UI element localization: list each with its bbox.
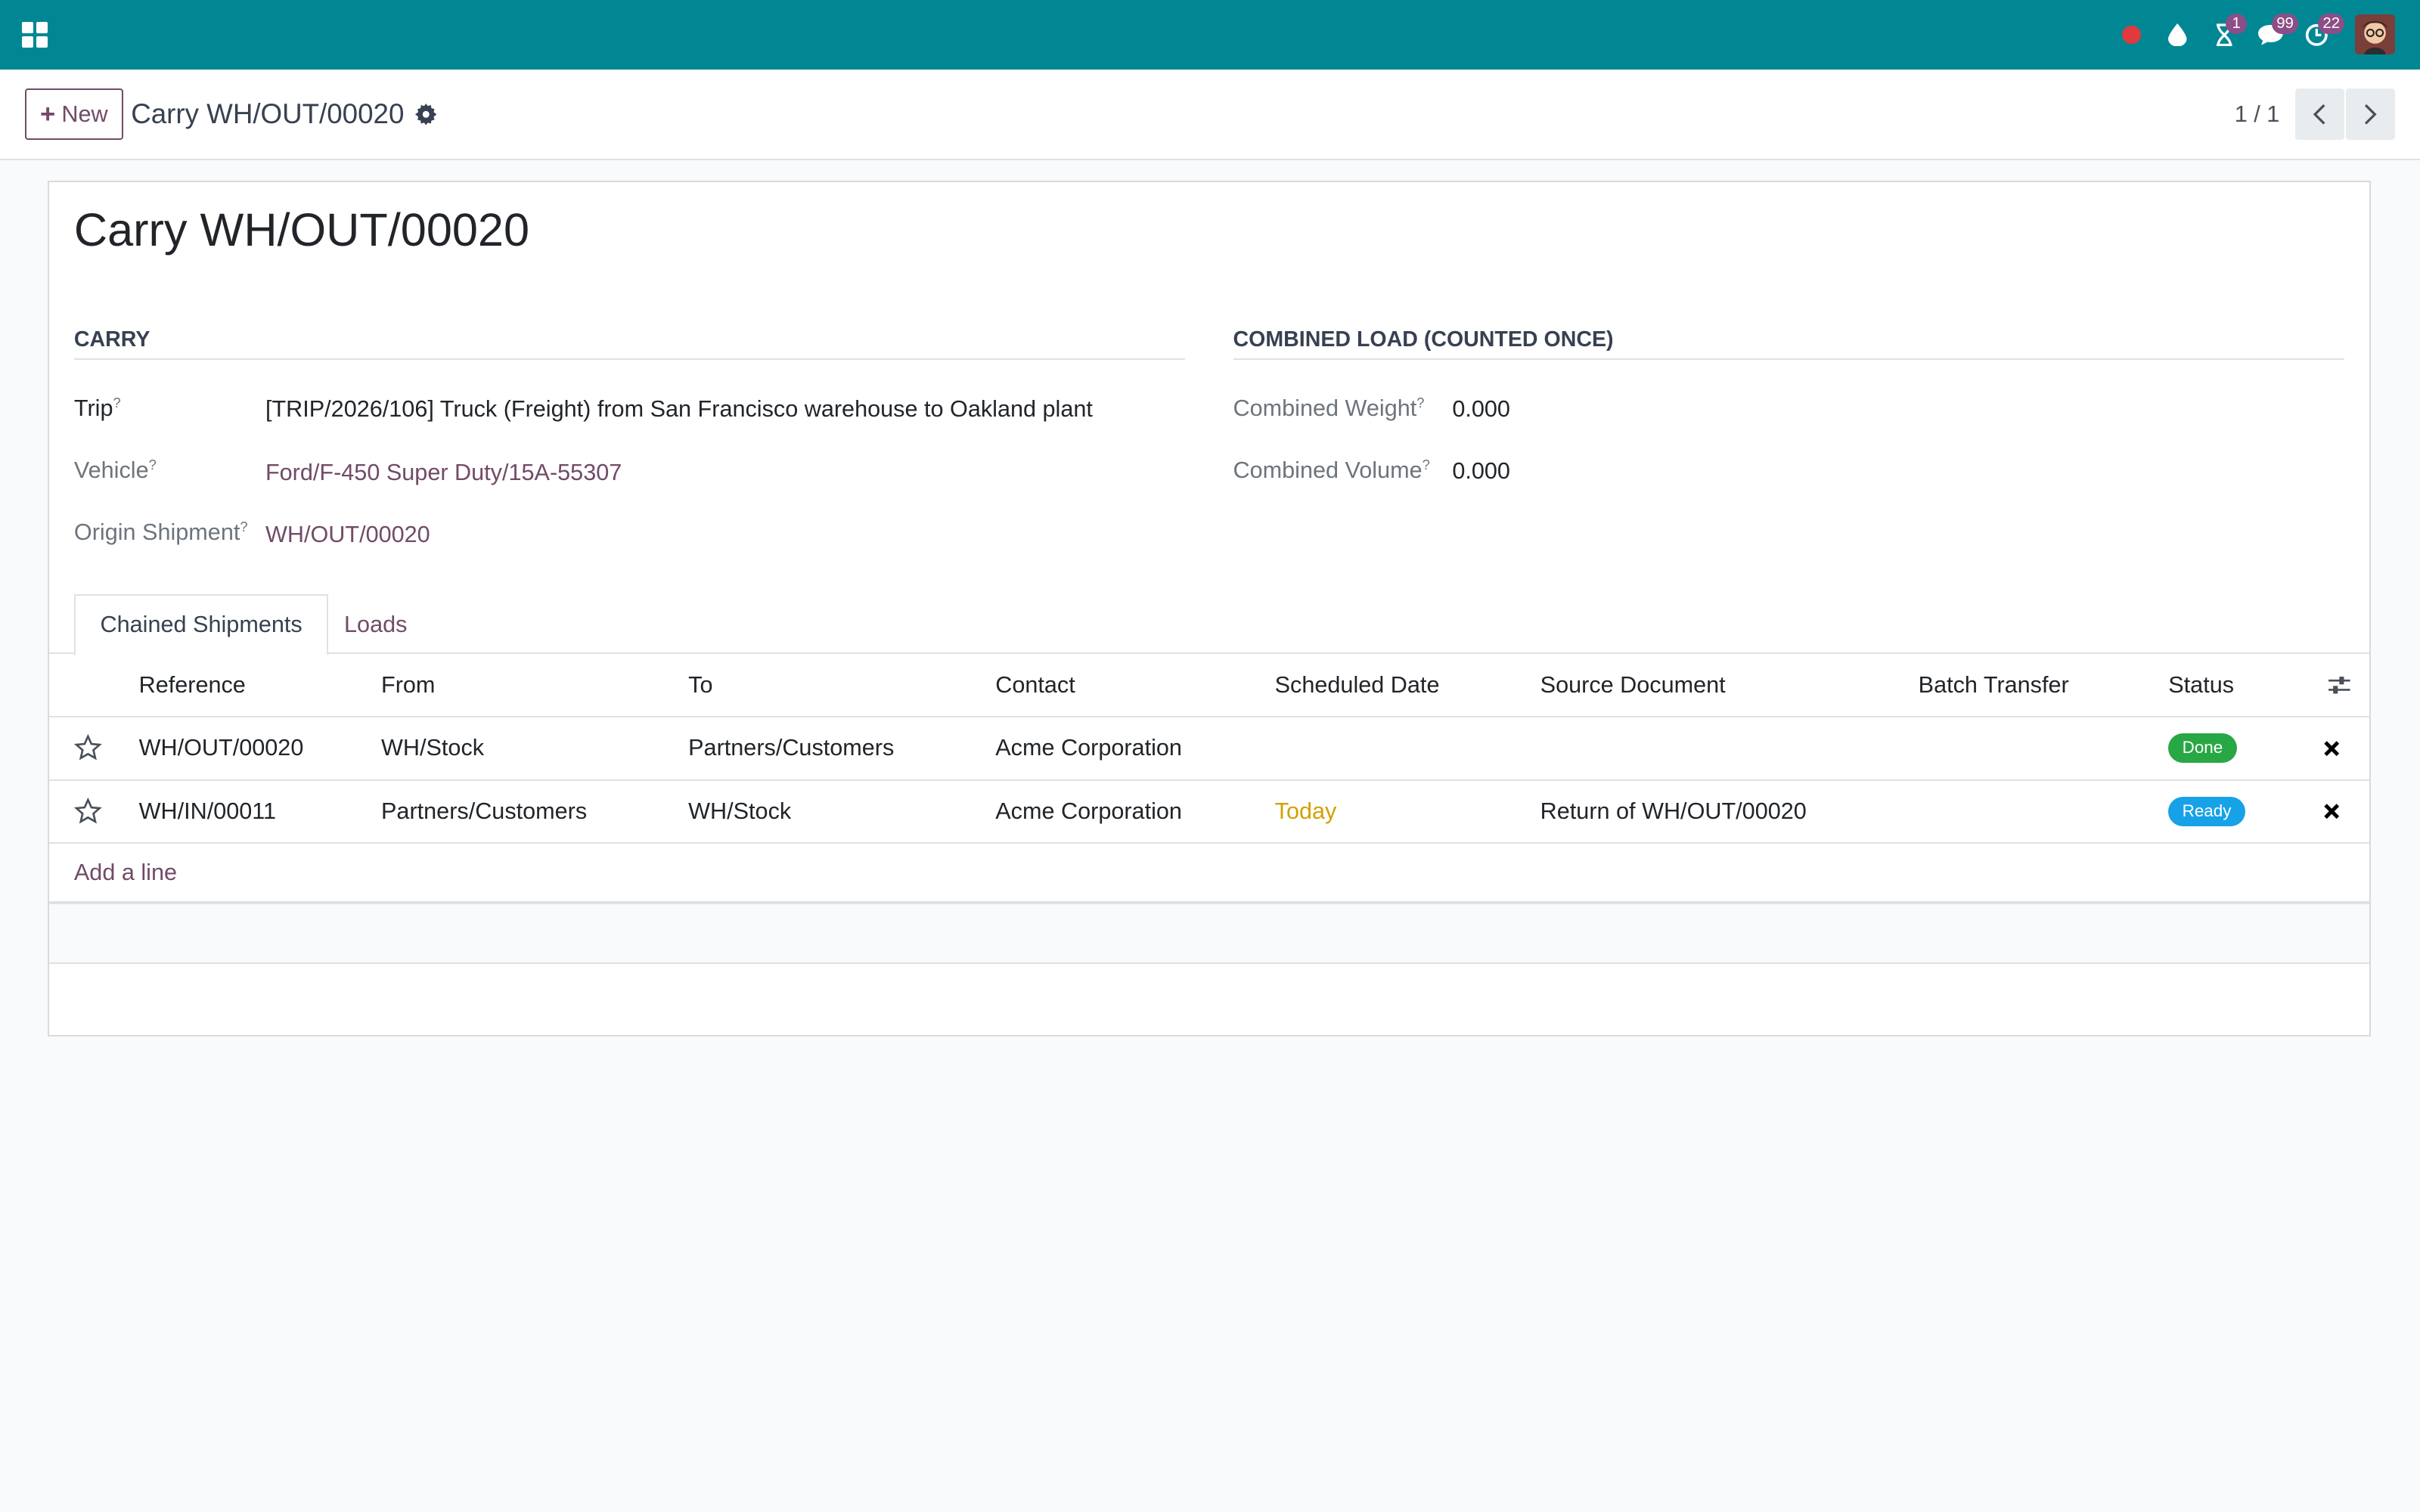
table-row[interactable]: WH/OUT/00020 WH/Stock Partners/Customers… bbox=[49, 717, 2369, 781]
droplet-icon[interactable] bbox=[2155, 0, 2201, 70]
tab-loads[interactable]: Loads bbox=[319, 594, 432, 656]
recording-indicator-icon[interactable] bbox=[2108, 0, 2155, 70]
vehicle-link[interactable]: Ford/F-450 Super Duty/15A-55307 bbox=[265, 460, 622, 486]
table-footer-row bbox=[49, 902, 2369, 965]
star-icon[interactable] bbox=[73, 717, 102, 779]
cell-contact: Acme Corporation bbox=[995, 735, 1182, 761]
pager-value[interactable]: 1 / 1 bbox=[2235, 101, 2280, 128]
user-avatar[interactable] bbox=[2355, 14, 2396, 55]
origin-shipment-field: Origin Shipment? bbox=[74, 519, 248, 546]
combined-load-section-title: COMBINED LOAD (COUNTED ONCE) bbox=[1233, 327, 2344, 360]
delete-row-icon[interactable] bbox=[2324, 717, 2340, 779]
tab-chained-shipments[interactable]: Chained Shipments bbox=[73, 593, 329, 656]
status-badge: Done bbox=[2168, 717, 2237, 779]
carry-group: CARRY bbox=[73, 327, 1186, 360]
column-header-from[interactable]: From bbox=[381, 654, 435, 716]
origin-shipment-link[interactable]: WH/OUT/00020 bbox=[265, 522, 430, 548]
timer-badge: 22 bbox=[2318, 14, 2345, 34]
pager-previous-button[interactable] bbox=[2294, 88, 2344, 140]
trip-label: Trip? bbox=[73, 395, 121, 422]
apps-menu-icon[interactable] bbox=[21, 21, 48, 48]
column-header-source-document[interactable]: Source Document bbox=[1540, 654, 1726, 716]
trip-value[interactable]: [TRIP/2026/106] Truck (Freight) from San… bbox=[265, 396, 1093, 423]
cell-from: Partners/Customers bbox=[381, 798, 588, 824]
vehicle-label: Vehicle? bbox=[73, 457, 157, 484]
combined-load-group: COMBINED LOAD (COUNTED ONCE) bbox=[1233, 327, 2344, 360]
systray: 1 99 22 bbox=[2108, 0, 2396, 70]
cell-from: WH/Stock bbox=[381, 735, 485, 761]
combined-volume-label: Combined Volume? bbox=[1233, 457, 1430, 484]
column-header-contact[interactable]: Contact bbox=[995, 654, 1075, 716]
table-row[interactable]: WH/IN/00011 Partners/Customers WH/Stock … bbox=[49, 781, 2369, 844]
cell-contact: Acme Corporation bbox=[995, 798, 1182, 824]
pager-next-button[interactable] bbox=[2346, 88, 2396, 140]
column-header-batch-transfer[interactable]: Batch Transfer bbox=[1919, 654, 2069, 716]
activity-badge: 1 bbox=[2225, 14, 2248, 34]
record-title: Carry WH/OUT/00020 bbox=[73, 204, 530, 256]
combined-weight-field: Combined Weight? bbox=[1233, 395, 1425, 422]
column-header-status[interactable]: Status bbox=[2168, 654, 2234, 716]
cell-to: WH/Stock bbox=[688, 798, 792, 824]
chained-shipments-table: Reference From To Contact Scheduled Date… bbox=[49, 654, 2369, 965]
add-line-row: Add a line bbox=[49, 844, 2369, 903]
activity-hourglass-icon[interactable]: 1 bbox=[2201, 0, 2248, 70]
combined-weight-label: Combined Weight? bbox=[1233, 395, 1425, 422]
star-icon[interactable] bbox=[73, 781, 102, 843]
combined-volume-value: 0.000 bbox=[1452, 458, 1510, 485]
form-sheet: Carry WH/OUT/00020 CARRY COMBINED LOAD (… bbox=[48, 180, 2371, 1037]
timer-icon[interactable]: 22 bbox=[2294, 0, 2345, 70]
cell-source-document: Return of WH/OUT/00020 bbox=[1540, 798, 1807, 824]
column-header-scheduled-date[interactable]: Scheduled Date bbox=[1275, 654, 1440, 716]
control-panel: + New Carry WH/OUT/00020 1 / 1 bbox=[0, 69, 2420, 161]
optional-columns-icon[interactable] bbox=[2327, 654, 2352, 716]
status-badge: Ready bbox=[2168, 781, 2245, 843]
chevron-left-icon bbox=[2313, 104, 2325, 125]
new-button-label: New bbox=[61, 101, 108, 127]
cell-scheduled-date: Today bbox=[1274, 798, 1337, 824]
new-button[interactable]: + New bbox=[24, 88, 124, 140]
trip-field: Trip? bbox=[74, 395, 121, 422]
cell-reference: WH/IN/00011 bbox=[138, 798, 277, 824]
combined-volume-field: Combined Volume? bbox=[1233, 457, 1430, 484]
column-header-to[interactable]: To bbox=[688, 654, 712, 716]
breadcrumb: Carry WH/OUT/00020 bbox=[131, 98, 405, 130]
top-navbar: 1 99 22 bbox=[0, 0, 2420, 70]
delete-row-icon[interactable] bbox=[2324, 781, 2340, 843]
cell-to: Partners/Customers bbox=[688, 735, 895, 761]
vehicle-field: Vehicle? bbox=[74, 457, 157, 484]
gear-icon[interactable] bbox=[414, 103, 437, 125]
column-header-reference[interactable]: Reference bbox=[139, 654, 246, 716]
combined-weight-value: 0.000 bbox=[1452, 396, 1510, 423]
notebook-tabs: Chained Shipments Loads bbox=[49, 593, 2369, 656]
origin-shipment-label: Origin Shipment? bbox=[73, 518, 248, 545]
messages-icon[interactable]: 99 bbox=[2247, 0, 2298, 70]
cell-reference: WH/OUT/00020 bbox=[138, 735, 304, 761]
chevron-right-icon bbox=[2365, 104, 2378, 125]
add-a-line-link[interactable]: Add a line bbox=[74, 844, 177, 901]
carry-section-title: CARRY bbox=[73, 327, 1186, 360]
table-header-row: Reference From To Contact Scheduled Date… bbox=[49, 654, 2369, 717]
plus-icon: + bbox=[40, 99, 56, 129]
